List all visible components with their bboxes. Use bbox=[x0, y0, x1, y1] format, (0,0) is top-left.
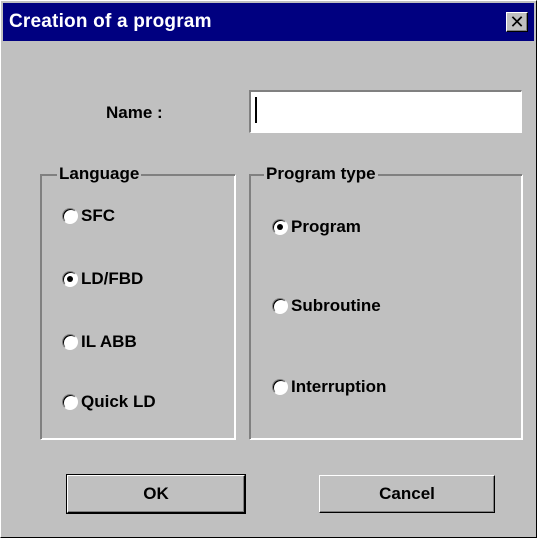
language-option-il-abb[interactable]: IL ABB bbox=[62, 332, 137, 352]
language-option-label: SFC bbox=[81, 206, 115, 225]
title-bar[interactable]: Creation of a program ✕ bbox=[3, 3, 534, 41]
language-option-label: Quick LD bbox=[81, 392, 156, 411]
radio-button[interactable] bbox=[62, 208, 78, 224]
language-option-quick-ld[interactable]: Quick LD bbox=[62, 392, 156, 412]
name-input[interactable] bbox=[249, 90, 522, 133]
language-option-ld-fbd[interactable]: LD/FBD bbox=[62, 269, 143, 289]
program-type-option-program[interactable]: Program bbox=[272, 217, 361, 237]
radio-button-selected[interactable] bbox=[272, 219, 288, 235]
radio-button-selected[interactable] bbox=[62, 271, 78, 287]
program-type-option-label: Interruption bbox=[291, 377, 387, 396]
dialog-title: Creation of a program bbox=[9, 11, 212, 32]
radio-button[interactable] bbox=[62, 394, 78, 410]
radio-button[interactable] bbox=[272, 379, 288, 395]
radio-button[interactable] bbox=[272, 298, 288, 314]
text-caret bbox=[255, 97, 257, 123]
program-type-group-label: Program type bbox=[264, 164, 378, 184]
close-button[interactable]: ✕ bbox=[506, 12, 528, 32]
program-type-option-label: Program bbox=[291, 217, 361, 236]
name-label: Name : bbox=[106, 103, 163, 122]
language-option-label: LD/FBD bbox=[81, 269, 144, 288]
program-type-option-subroutine[interactable]: Subroutine bbox=[272, 296, 381, 316]
radio-button[interactable] bbox=[62, 334, 78, 350]
cancel-button[interactable]: Cancel bbox=[319, 475, 495, 513]
close-icon: ✕ bbox=[509, 12, 525, 32]
ok-button[interactable]: OK bbox=[66, 474, 246, 514]
program-type-option-label: Subroutine bbox=[291, 296, 381, 315]
radio-dot-icon bbox=[277, 224, 283, 230]
radio-dot-icon bbox=[67, 276, 73, 282]
language-group-label: Language bbox=[57, 164, 142, 184]
program-creation-dialog: Creation of a program ✕ Name : Language … bbox=[0, 0, 537, 538]
program-type-option-interruption[interactable]: Interruption bbox=[272, 377, 386, 397]
program-type-group: Program type Program Subroutine Interrup… bbox=[249, 164, 523, 440]
language-group: Language SFC LD/FBD IL ABB Quick LD bbox=[40, 164, 236, 440]
language-option-label: IL ABB bbox=[81, 332, 137, 351]
language-option-sfc[interactable]: SFC bbox=[62, 206, 115, 226]
